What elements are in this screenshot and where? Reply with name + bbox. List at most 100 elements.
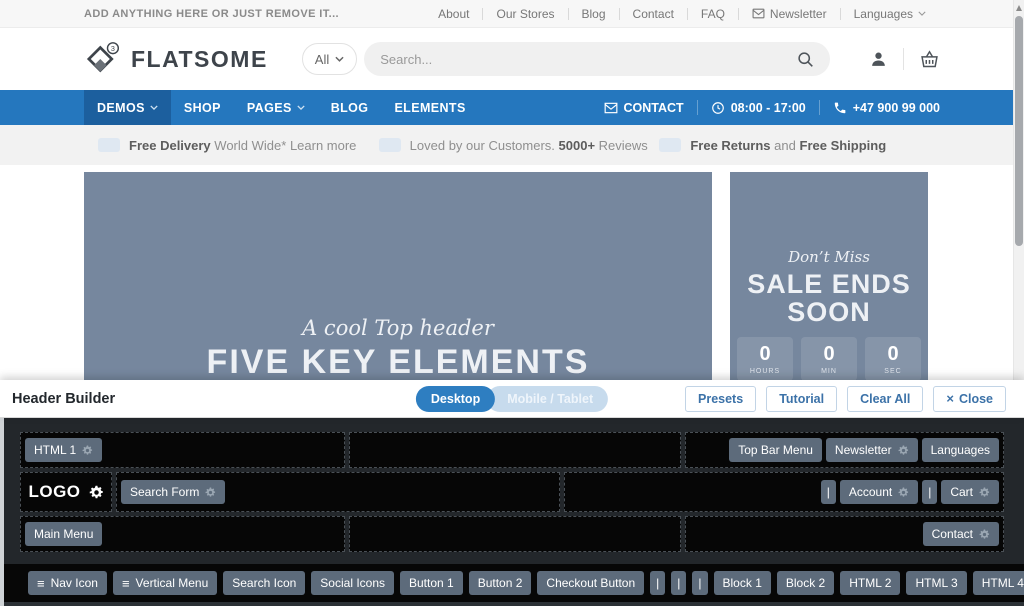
element-languages[interactable]: Languages	[922, 438, 999, 462]
nav-contact-info: CONTACT 08:00 - 17:00 +47 900 99 000	[604, 90, 941, 125]
benefit-reviews: Loved by our Customers. 5000+ Reviews	[379, 138, 660, 153]
chevron-down-icon	[918, 11, 926, 16]
hero-banner[interactable]: A cool Top header FIVE KEY ELEMENTS	[84, 172, 712, 380]
gear-icon[interactable]	[898, 487, 909, 498]
palette-social-icons[interactable]: Social Icons	[311, 571, 394, 595]
countdown-seconds: 0 SEC	[865, 337, 921, 380]
close-icon: ×	[946, 391, 954, 406]
palette-button-2[interactable]: Button 2	[469, 571, 532, 595]
tutorial-button[interactable]: Tutorial	[766, 386, 837, 412]
palette-checkout-button[interactable]: Checkout Button	[537, 571, 644, 595]
gear-icon[interactable]	[898, 445, 909, 456]
element-account[interactable]: Account	[840, 480, 918, 504]
presets-button[interactable]: Presets	[685, 386, 756, 412]
envelope-icon	[752, 7, 765, 20]
palette-block-2[interactable]: Block 2	[777, 571, 834, 595]
main-navbar: DEMOS SHOP PAGES BLOG ELEMENTS CONTACT	[0, 90, 1024, 125]
learn-more-link[interactable]: Learn more	[290, 138, 356, 153]
search-input[interactable]: Search...	[364, 42, 830, 76]
topbar-link-blog[interactable]: Blog	[580, 7, 608, 21]
scroll-up-arrow-icon[interactable]	[1016, 5, 1022, 11]
nav-contact-link[interactable]: CONTACT	[604, 101, 684, 115]
builder-cell-bottom-right[interactable]: Contact	[685, 516, 1004, 552]
gear-icon[interactable]	[979, 487, 990, 498]
element-search-form[interactable]: Search Form	[121, 480, 225, 504]
mobile-tablet-toggle-button[interactable]: Mobile / Tablet	[487, 386, 608, 412]
page-scrollbar[interactable]	[1013, 0, 1024, 380]
search-icon[interactable]	[797, 51, 814, 68]
element-main-menu[interactable]: Main Menu	[25, 522, 102, 546]
palette-search-icon[interactable]: Search Icon	[223, 571, 305, 595]
cart-basket-icon[interactable]	[919, 49, 940, 70]
countdown: 0 HOURS 0 MIN 0 SEC	[737, 337, 921, 380]
desktop-toggle-button[interactable]: Desktop	[416, 386, 495, 412]
element-newsletter[interactable]: Newsletter	[826, 438, 918, 462]
palette-nav-icon[interactable]: ≡Nav Icon	[28, 571, 107, 595]
topbar-link-languages[interactable]: Languages	[852, 7, 928, 21]
scrollbar-thumb[interactable]	[1015, 16, 1023, 246]
nav-item-shop[interactable]: SHOP	[171, 90, 234, 125]
palette-divider[interactable]: |	[650, 571, 665, 595]
nav-item-elements[interactable]: ELEMENTS	[381, 90, 478, 125]
divider	[738, 8, 739, 20]
builder-cell-bottom-center[interactable]	[349, 516, 681, 552]
element-contact[interactable]: Contact	[923, 522, 999, 546]
chevron-down-icon	[335, 56, 344, 62]
gear-icon[interactable]	[89, 485, 104, 500]
palette-html-2[interactable]: HTML 2	[840, 571, 900, 595]
palette-divider[interactable]: |	[671, 571, 686, 595]
topbar-link-newsletter[interactable]: Newsletter	[750, 7, 829, 21]
hamburger-icon: ≡	[122, 577, 130, 590]
sale-title: SALE ENDS SOON	[744, 270, 914, 327]
palette-html-3[interactable]: HTML 3	[906, 571, 966, 595]
countdown-minutes: 0 MIN	[801, 337, 857, 380]
gear-icon[interactable]	[979, 529, 990, 540]
close-button[interactable]: × Close	[933, 386, 1006, 412]
nav-item-blog[interactable]: BLOG	[318, 90, 382, 125]
sale-banner[interactable]: Don’t Miss SALE ENDS SOON 0 HOURS 0 MIN …	[730, 172, 928, 380]
builder-cell-top-center[interactable]	[349, 432, 681, 468]
element-top-bar-menu[interactable]: Top Bar Menu	[729, 438, 822, 462]
palette-html-4[interactable]: HTML 4	[973, 571, 1024, 595]
topbar-link-our-stores[interactable]: Our Stores	[494, 7, 556, 21]
search-category-select[interactable]: All	[302, 43, 357, 75]
benefit-free-delivery: Free Delivery World Wide* Learn more	[84, 138, 379, 153]
hero-subtitle: A cool Top header	[302, 316, 494, 340]
brand-name: FLATSOME	[131, 46, 268, 73]
palette-vertical-menu[interactable]: ≡Vertical Menu	[113, 571, 217, 595]
account-icon[interactable]	[869, 50, 888, 69]
palette-block-1[interactable]: Block 1	[714, 571, 771, 595]
sale-subtitle: Don’t Miss	[788, 248, 870, 266]
divider	[697, 100, 698, 115]
topbar-link-contact[interactable]: Contact	[631, 7, 676, 21]
clear-all-button[interactable]: Clear All	[847, 386, 923, 412]
brand-logo[interactable]: 3 FLATSOME	[84, 41, 268, 77]
builder-cell-bottom-left[interactable]: Main Menu	[20, 516, 345, 552]
topbar-link-about[interactable]: About	[436, 7, 471, 21]
header-icons	[869, 48, 940, 70]
builder-cell-top-left[interactable]: HTML 1	[20, 432, 345, 468]
element-logo[interactable]: LOGO	[20, 472, 112, 512]
divider	[840, 8, 841, 20]
palette-button-1[interactable]: Button 1	[400, 571, 463, 595]
topbar-link-faq[interactable]: FAQ	[699, 7, 727, 21]
builder-cell-top-right[interactable]: Top Bar Menu Newsletter Languages	[685, 432, 1004, 468]
delivery-icon	[98, 138, 120, 152]
gear-icon[interactable]	[82, 445, 93, 456]
nav-item-pages[interactable]: PAGES	[234, 90, 318, 125]
nav-item-demos[interactable]: DEMOS	[84, 90, 171, 125]
divider	[619, 8, 620, 20]
gear-icon[interactable]	[205, 487, 216, 498]
chevron-down-icon	[150, 105, 158, 110]
element-html1[interactable]: HTML 1	[25, 438, 102, 462]
builder-cell-main-right[interactable]: | Account | Cart	[564, 472, 1004, 512]
builder-cell-main-center[interactable]: Search Form	[116, 472, 560, 512]
element-divider[interactable]: |	[922, 480, 937, 504]
benefits-bar: Free Delivery World Wide* Learn more Lov…	[0, 125, 1024, 165]
element-divider[interactable]: |	[821, 480, 836, 504]
element-cart[interactable]: Cart	[941, 480, 999, 504]
nav-phone-number[interactable]: +47 900 99 000	[833, 101, 940, 115]
nav-menu: DEMOS SHOP PAGES BLOG ELEMENTS	[84, 90, 479, 125]
palette-divider[interactable]: |	[692, 571, 707, 595]
panel-actions: Presets Tutorial Clear All × Close	[685, 386, 1012, 412]
